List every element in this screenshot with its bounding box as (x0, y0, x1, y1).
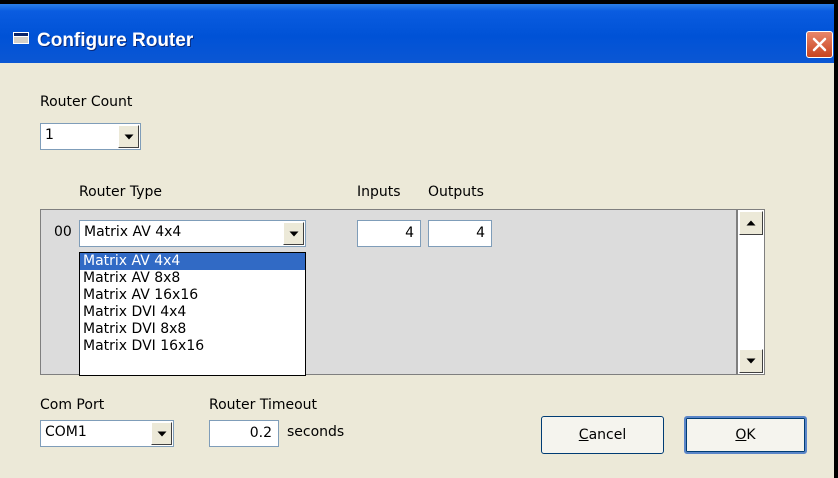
chevron-down-icon (157, 431, 166, 436)
router-type-option[interactable]: Matrix DVI 16x16 (80, 338, 305, 355)
chevron-down-icon (289, 231, 298, 236)
window-edge (834, 0, 838, 478)
com-port-label: Com Port (40, 397, 105, 413)
cancel-button[interactable]: Cancel (541, 416, 664, 454)
router-type-option[interactable]: Matrix AV 8x8 (80, 270, 305, 287)
inputs-column-header: Inputs (357, 184, 401, 200)
cancel-accelerator: C (578, 427, 589, 443)
com-port-value: COM1 (45, 424, 87, 440)
arrow-up-icon (746, 220, 756, 226)
outputs-column-header: Outputs (428, 184, 484, 200)
router-type-value: Matrix AV 4x4 (84, 224, 182, 240)
router-type-combobox[interactable]: Matrix AV 4x4 (79, 220, 306, 247)
title-bar[interactable]: Configure Router (0, 4, 838, 63)
close-icon (812, 37, 827, 52)
ok-label-rest: K (746, 427, 756, 443)
router-type-option[interactable]: Matrix AV 16x16 (80, 287, 305, 304)
com-port-dropdown-button[interactable] (151, 422, 172, 445)
router-type-option[interactable]: Matrix DVI 4x4 (80, 304, 305, 321)
ok-accelerator: O (735, 427, 747, 443)
configure-router-dialog: Configure Router Router Count 1 Router T… (0, 4, 838, 478)
vertical-scrollbar[interactable] (737, 209, 765, 375)
chevron-down-icon (124, 134, 133, 139)
com-port-combobox[interactable]: COM1 (40, 420, 174, 447)
router-row-index: 00 (54, 224, 72, 240)
scroll-down-button[interactable] (739, 349, 763, 373)
router-type-column-header: Router Type (79, 184, 163, 200)
router-count-combobox[interactable]: 1 (40, 123, 141, 150)
router-type-option[interactable]: Matrix AV 4x4 (80, 253, 305, 270)
router-timeout-unit: seconds (287, 424, 345, 440)
cancel-label-rest: ancel (588, 427, 627, 443)
router-count-value: 1 (45, 127, 54, 143)
arrow-down-icon (746, 358, 756, 364)
router-count-dropdown-button[interactable] (118, 125, 139, 148)
inputs-field[interactable]: 4 (357, 220, 421, 247)
router-timeout-field[interactable]: 0.2 (209, 420, 279, 447)
router-timeout-label: Router Timeout (209, 397, 318, 413)
ok-button[interactable]: OK (684, 416, 807, 454)
router-count-label: Router Count (40, 94, 133, 110)
window-icon (13, 32, 29, 44)
close-button[interactable] (806, 31, 833, 58)
router-type-option[interactable]: Matrix DVI 8x8 (80, 321, 305, 338)
router-type-dropdown-list: Matrix AV 4x4 Matrix AV 8x8 Matrix AV 16… (79, 252, 306, 376)
outputs-field[interactable]: 4 (428, 220, 492, 247)
router-type-dropdown-button[interactable] (283, 222, 304, 245)
window-title: Configure Router (37, 30, 194, 51)
scroll-up-button[interactable] (739, 211, 763, 235)
